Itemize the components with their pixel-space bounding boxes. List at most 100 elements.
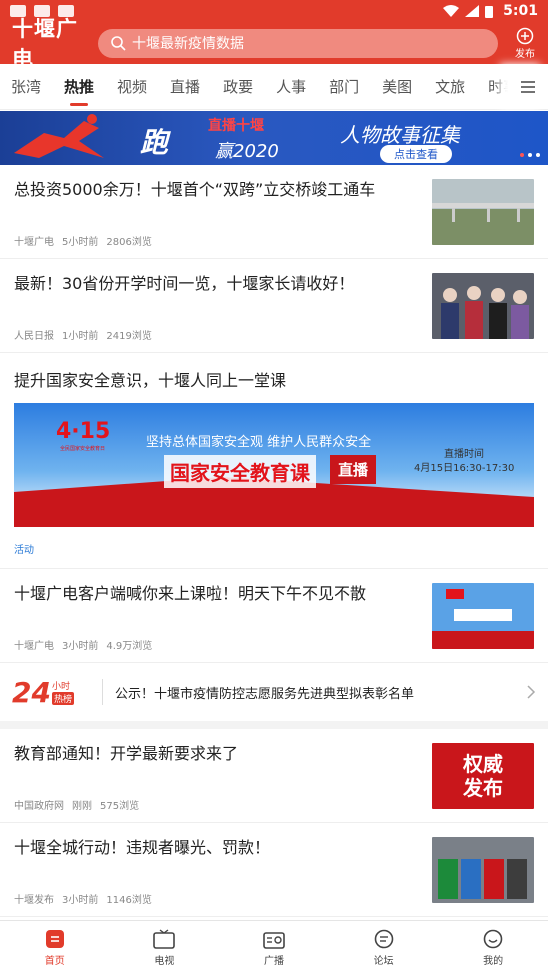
plus-circle-icon [516,27,534,44]
feature-tag: 活动 [14,545,34,556]
profile-icon [483,929,503,948]
news-meta: 十堰广电 3小时前 4.9万浏览 [14,637,422,652]
news-item[interactable]: 教育部通知！开学最新要求来了 中国政府网 刚刚 575浏览 权威 发布 [0,729,548,823]
news-views: 575浏览 [100,801,140,812]
image-time-label: 直播时间 [444,449,484,460]
news-item[interactable]: 总投资5000余万！十堰首个“双跨”立交桥竣工通车 十堰广电 5小时前 2806… [0,165,548,259]
news-source: 十堰发布 [14,895,54,906]
news-title: 十堰广电客户端喊你来上课啦！明天下午不见不散 [14,584,367,603]
news-title: 教育部通知！开学最新要求来了 [14,744,239,763]
channel-tabs: 张湾 热推 视频 直播 政要 人事 部门 美图 文旅 时事 省 [0,64,548,110]
thumbnail-text-line2: 发布 [463,776,503,800]
tab-video[interactable]: 视频 [117,76,147,97]
tab-photos[interactable]: 美图 [382,76,412,97]
home-icon [45,929,64,948]
wifi-icon [443,5,460,17]
hot-list-logo: 24 小时 热榜 [12,676,90,709]
nav-forum-label: 论坛 [373,955,394,967]
banner-title-year: 赢2020 [215,141,279,162]
banner-title: 跑 [140,126,169,159]
app-icon [58,5,74,17]
news-time: 1小时前 [62,331,99,342]
banner-pager [520,153,540,157]
tab-politics[interactable]: 政要 [223,76,253,97]
forum-icon [374,929,393,948]
banner-cta-button[interactable]: 点击查看 [380,145,452,163]
nav-home[interactable]: 首页 [0,921,110,974]
nav-radio-label: 广播 [263,955,284,967]
nav-home-label: 首页 [44,955,65,967]
nav-forum[interactable]: 论坛 [329,921,439,974]
pager-dot [528,153,532,157]
tab-zhangwan[interactable]: 张湾 [11,76,41,97]
tab-culture-travel[interactable]: 文旅 [435,76,465,97]
news-title: 总投资5000余万！十堰首个“双跨”立交桥竣工通车 [14,180,376,199]
bottom-tab-bar: 首页 电视 广播 论坛 我的 [0,920,548,974]
nav-tv[interactable]: 电视 [110,921,220,974]
tab-hot[interactable]: 热推 [64,76,94,97]
thumbnail-text-line1: 权威 [463,752,503,776]
search-placeholder: 十堰最新疫情数据 [132,36,244,52]
news-item[interactable]: 十堰广电客户端喊你来上课啦！明天下午不见不散 十堰广电 3小时前 4.9万浏览 [0,569,548,663]
tab-departments[interactable]: 部门 [329,76,359,97]
feature-item[interactable]: 提升国家安全意识，十堰人同上一堂课 4·15 全民国家安全教育日 坚持总体国家安… [0,353,548,569]
banner-slogan: 人物故事征集 [340,123,460,147]
news-item[interactable]: 最新！30省份开学时间一览，十堰家长请收好！ 人民日报 1小时前 2419浏览 [0,259,548,353]
divider [102,679,103,705]
news-views: 2806浏览 [106,237,152,248]
hot-label-top: 小时 [51,682,70,692]
nav-me[interactable]: 我的 [438,921,548,974]
hot-number: 24 [12,675,51,709]
authority-thumbnail: 权威 发布 [432,743,534,809]
radio-icon [263,931,285,949]
status-time: 5:01 [503,3,538,19]
message-icon [34,5,50,17]
bridge-thumbnail [432,179,534,245]
news-meta: 十堰广电 5小时前 2806浏览 [14,233,422,248]
search-bar[interactable]: 十堰最新疫情数据 [98,28,498,58]
nav-me-label: 我的 [483,955,504,967]
hot-list-bar[interactable]: 24 小时 热榜 公示！十堰市疫情防控志愿服务先进典型拟表彰名单 [0,663,548,729]
battery-icon [485,5,494,18]
news-time: 刚刚 [72,801,92,812]
signal-icon [465,5,480,17]
news-title: 最新！30省份开学时间一览，十堰家长请收好！ [14,274,355,293]
news-item[interactable]: 十堰全城行动！违规者曝光、罚款！ 十堰发布 3小时前 1146浏览 [0,823,548,917]
search-icon [111,36,126,51]
banner-live-label: 直播十堰 [208,118,264,134]
nav-tv-label: 电视 [154,955,175,967]
news-time: 5小时前 [62,237,99,248]
promo-banner[interactable]: 跑 赢2020 直播十堰 人物故事征集 点击查看 [0,111,548,165]
image-title: 国家安全教育课 [164,455,316,488]
feature-title: 提升国家安全意识，十堰人同上一堂课 [14,371,287,390]
tab-menu-button[interactable] [508,64,548,109]
nav-radio[interactable]: 广播 [219,921,329,974]
course-thumbnail [432,583,534,649]
news-source: 中国政府网 [14,801,64,812]
news-time: 3小时前 [62,641,99,652]
students-thumbnail [432,273,534,339]
publish-button[interactable]: 发布 [510,27,540,60]
hot-label-bottom: 热榜 [51,692,74,705]
tv-icon [153,928,176,949]
runner-graphic [14,114,104,158]
pager-dot [536,153,540,157]
hot-headline: 公示！十堰市疫情防控志愿服务先进典型拟表彰名单 [115,686,415,702]
tab-personnel[interactable]: 人事 [276,76,306,97]
image-slogan: 坚持总体国家安全观 维护人民群众安全 [146,435,372,450]
trash-bins-thumbnail [432,837,534,903]
image-logo-subtitle: 全民国家安全教育日 [60,446,106,452]
image-logo: 4·15 [56,419,111,444]
image-time: 4月15日16:30-17:30 [414,463,515,474]
news-views: 2419浏览 [106,331,152,342]
news-source: 十堰广电 [14,237,54,248]
news-meta: 十堰发布 3小时前 1146浏览 [14,891,422,906]
news-source: 人民日报 [14,331,54,342]
tab-live[interactable]: 直播 [170,76,200,97]
news-views: 4.9万浏览 [106,641,153,652]
publish-label: 发布 [515,48,535,60]
news-meta: 人民日报 1小时前 2419浏览 [14,327,422,342]
notification-icon [10,5,26,17]
feature-image: 4·15 全民国家安全教育日 坚持总体国家安全观 维护人民群众安全 国家安全教育… [14,403,534,527]
image-live-badge: 直播 [330,455,377,484]
